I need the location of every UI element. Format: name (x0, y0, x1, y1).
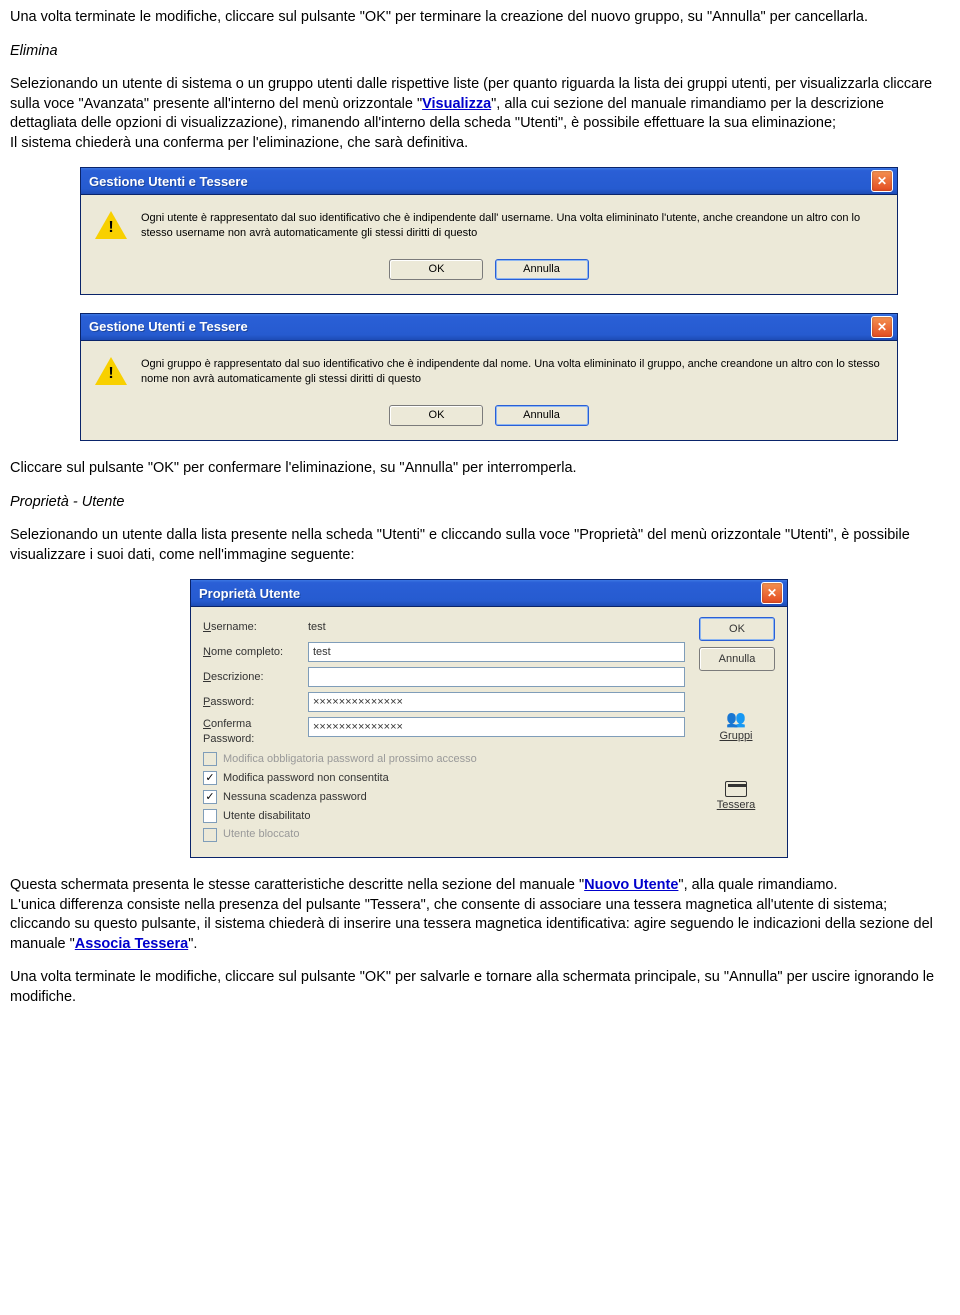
dialog-body: Ogni gruppo è rappresentato dal suo iden… (81, 341, 897, 440)
card-icon (725, 781, 747, 797)
close-icon[interactable]: ✕ (871, 170, 893, 192)
gruppi-button[interactable]: 👥 Gruppi (699, 713, 773, 741)
link-visualizza[interactable]: Visualizza (422, 96, 491, 112)
checkbox-utente-bloccato: Utente bloccato (203, 827, 685, 842)
warning-icon (95, 357, 127, 389)
label: Tessera (717, 798, 756, 813)
checkbox-label: Modifica obbligatoria password al prossi… (223, 752, 477, 767)
checkbox-utente-disabilitato[interactable]: Utente disabilitato (203, 809, 685, 824)
dialog-confirm-delete-user: Gestione Utenti e Tessere ✕ Ogni utente … (80, 167, 898, 295)
close-icon[interactable]: ✕ (761, 582, 783, 604)
tessera-button[interactable]: Tessera (699, 783, 773, 811)
ok-button[interactable]: OK (699, 617, 775, 641)
paragraph-intro: Una volta terminate le modifiche, clicca… (10, 8, 950, 28)
cancel-button[interactable]: Annulla (495, 259, 589, 280)
dialog-message: Ogni gruppo è rappresentato dal suo iden… (141, 357, 883, 389)
checkbox-label: Utente bloccato (223, 827, 299, 842)
checkbox-icon (203, 752, 217, 766)
paragraph-final: Una volta terminate le modifiche, clicca… (10, 968, 950, 1007)
fields-column: Username: test Nome completo: test Descr… (203, 617, 685, 845)
text: ". (188, 936, 197, 952)
heading-elimina: Elimina (10, 42, 950, 62)
label: sername: (211, 621, 257, 633)
cancel-button[interactable]: Annulla (495, 405, 589, 426)
password-input[interactable]: ×××××××××××××× (308, 692, 685, 712)
field-username: Username: test (203, 617, 685, 637)
field-descrizione: Descrizione: (203, 667, 685, 687)
dialog-title: Gestione Utenti e Tessere (89, 318, 248, 336)
buttons-column: OK Annulla 👥 Gruppi Tessera (699, 617, 775, 845)
cancel-button[interactable]: Annulla (699, 647, 775, 671)
nome-completo-input[interactable]: test (308, 642, 685, 662)
text: Il sistema chiederà una conferma per l'e… (10, 135, 468, 151)
checkbox-icon[interactable] (203, 790, 217, 804)
link-associa-tessera[interactable]: Associa Tessera (75, 936, 188, 952)
dialog-message: Ogni utente è rappresentato dal suo iden… (141, 211, 883, 243)
paragraph-elimina: Selezionando un utente di sistema o un g… (10, 75, 950, 153)
checkbox-label: Modifica password non consentita (223, 771, 389, 786)
text: Questa schermata presenta le stesse cara… (10, 877, 584, 893)
dialog-confirm-delete-group: Gestione Utenti e Tessere ✕ Ogni gruppo … (80, 313, 898, 441)
label: Gruppi (719, 729, 752, 744)
username-value: test (308, 620, 326, 635)
dialog-title: Gestione Utenti e Tessere (89, 173, 248, 191)
field-nome-completo: Nome completo: test (203, 642, 685, 662)
checkbox-icon[interactable] (203, 771, 217, 785)
text: ", alla quale rimandiamo. (678, 877, 837, 893)
checkbox-modifica-obbligatoria: Modifica obbligatoria password al prossi… (203, 752, 685, 767)
titlebar: Gestione Utenti e Tessere ✕ (81, 314, 897, 341)
dialog-body: Ogni utente è rappresentato dal suo iden… (81, 195, 897, 294)
checkbox-icon[interactable] (203, 809, 217, 823)
dialog-title: Proprietà Utente (199, 585, 300, 603)
conferma-password-input[interactable]: ×××××××××××××× (308, 717, 685, 737)
warning-icon (95, 211, 127, 243)
link-nuovo-utente[interactable]: Nuovo Utente (584, 877, 678, 893)
titlebar: Proprietà Utente ✕ (191, 580, 787, 607)
field-password: Password: ×××××××××××××× (203, 692, 685, 712)
checkbox-modifica-non-consentita[interactable]: Modifica password non consentita (203, 771, 685, 786)
paragraph-confirm: Cliccare sul pulsante "OK" per confermar… (10, 459, 950, 479)
paragraph-proprieta: Selezionando un utente dalla lista prese… (10, 526, 950, 565)
checkbox-nessuna-scadenza[interactable]: Nessuna scadenza password (203, 790, 685, 805)
checkbox-label: Nessuna scadenza password (223, 790, 367, 805)
ok-button[interactable]: OK (389, 405, 483, 426)
heading-proprieta-utente: Proprietà - Utente (10, 493, 950, 513)
paragraph-schermata: Questa schermata presenta le stesse cara… (10, 876, 950, 954)
close-icon[interactable]: ✕ (871, 316, 893, 338)
ok-button[interactable]: OK (389, 259, 483, 280)
titlebar: Gestione Utenti e Tessere ✕ (81, 168, 897, 195)
checkbox-icon (203, 828, 217, 842)
checkbox-label: Utente disabilitato (223, 809, 310, 824)
dialog-body: Username: test Nome completo: test Descr… (191, 607, 787, 857)
group-icon: 👥 (725, 710, 747, 728)
descrizione-input[interactable] (308, 667, 685, 687)
dialog-proprieta-utente: Proprietà Utente ✕ Username: test Nome c… (190, 579, 788, 858)
field-conferma-password: ConfermaPassword: ×××××××××××××× (203, 717, 685, 747)
